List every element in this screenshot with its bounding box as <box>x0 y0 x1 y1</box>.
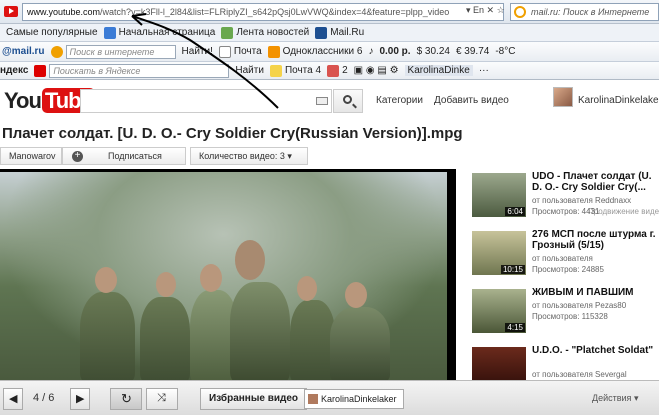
envelope-icon <box>218 45 231 58</box>
related-video-item[interactable]: 6:04 UDO - Плачет солдат (U. D. O.- Cry … <box>470 169 659 226</box>
odnoklassniki-button[interactable]: Одноклассники 6 <box>267 45 362 58</box>
related-video-title[interactable]: UDO - Плачет солдат (U. D. O.- Cry Soldi… <box>532 171 659 193</box>
price-readout[interactable]: 0.00 р. <box>379 46 410 57</box>
video-thumbnail[interactable]: 6:04 <box>472 173 526 217</box>
related-video-views: Просмотров: 24885 <box>532 265 604 274</box>
search-icon <box>50 45 63 58</box>
repeat-icon: ↻ <box>121 391 132 406</box>
mail-button[interactable]: Почта <box>218 45 262 58</box>
youtube-favicon-icon <box>4 6 18 17</box>
keyboard-icon[interactable] <box>316 97 328 105</box>
related-video-item[interactable]: 10:15 276 МСП после штурма г. Грозный (5… <box>470 227 659 284</box>
yandex-label[interactable]: ндекс <box>0 65 28 76</box>
yandex-user[interactable]: KarolinaDinke <box>404 65 473 76</box>
actions-menu[interactable]: Действия ▾ <box>592 393 638 404</box>
counter-button[interactable]: 2 <box>327 64 348 77</box>
yandex-search-input[interactable]: Поискать в Яндексе <box>34 63 230 78</box>
related-video-title[interactable]: ЖИВЫМ И ПАВШИМ <box>532 287 659 298</box>
video-thumbnail[interactable]: 4:15 <box>472 289 526 333</box>
avatar[interactable] <box>553 87 573 107</box>
music-icon[interactable]: ♪ <box>368 46 373 57</box>
related-video-item[interactable]: 4:15 ЖИВЫМ И ПАВШИМ от пользователя Peza… <box>470 285 659 342</box>
previous-button[interactable]: ◀ <box>3 388 23 410</box>
youtube-search-button[interactable] <box>333 89 363 113</box>
mailru-find-button[interactable]: Найти! <box>182 46 213 57</box>
favorite-item-news[interactable]: Лента новостей <box>221 26 309 39</box>
autoplay-toggle[interactable]: ↻ <box>110 388 142 410</box>
toolbar-icons[interactable]: ▣ ◉ ▤ ⚙ <box>354 65 399 76</box>
video-thumbnail[interactable]: 10:15 <box>472 231 526 275</box>
favorite-item-popular[interactable]: Самые популярные <box>6 27 98 38</box>
mailru-toolbar: @mail.ru Поиск в интернете Найти! Почта … <box>0 42 659 62</box>
browser-search-input[interactable]: mail.ru: Поиск в Интернете <box>510 3 659 21</box>
language-badge[interactable]: ▾ En ✕ ☆ <box>466 5 505 16</box>
video-title: Плачет солдат. [U. D. O.- Cry Soldier Cr… <box>2 125 463 142</box>
favorites-bar: Самые популярные Начальная страница Лент… <box>0 24 659 42</box>
address-bar-row: www.youtube.com/watch?v=k3Fll-l_2l84&lis… <box>0 0 659 24</box>
playlist-bar: ◀ 4 / 6 ▶ ↻ ⤨ Избранные видео KarolinaDi… <box>0 380 659 415</box>
ok-icon <box>267 45 280 58</box>
mailru-search-input[interactable]: Поиск в интернете <box>50 44 176 59</box>
search-icon <box>343 95 352 104</box>
yandex-icon <box>34 64 47 77</box>
related-video-views: Просмотров: 115328 <box>532 312 608 321</box>
related-videos: 6:04 UDO - Плачет солдат (U. D. O.- Cry … <box>470 169 659 380</box>
mailru-icon <box>315 26 328 39</box>
related-video-title[interactable]: U.D.O. - "Platchet Soldat" <box>532 345 659 356</box>
mailru-logo[interactable]: @mail.ru <box>2 46 45 57</box>
categories-link[interactable]: Категории <box>376 95 423 106</box>
next-button[interactable]: ▶ <box>70 388 90 410</box>
related-video-item[interactable]: U.D.O. - "Platchet Soldat" от пользовате… <box>470 343 659 380</box>
favorites-playlist-button[interactable]: Избранные видео <box>200 388 308 410</box>
weather-readout[interactable]: -8°C <box>495 46 515 57</box>
yandex-mail-button[interactable]: Почта 4 <box>269 64 321 77</box>
related-video-author[interactable]: от пользователя <box>532 254 593 263</box>
playlist-owner[interactable]: KarolinaDinkelaker <box>304 389 404 409</box>
favorite-item-mailru[interactable]: Mail.Ru <box>315 26 364 39</box>
search-engine-icon[interactable] <box>514 6 526 18</box>
related-video-title[interactable]: 276 МСП после штурма г. Грозный (5/15) <box>532 229 659 251</box>
next-icon: ▶ <box>76 393 85 405</box>
yandex-toolbar: ндекс Поискать в Яндексе Найти Почта 4 2… <box>0 62 659 80</box>
shuffle-icon: ⤨ <box>157 392 166 404</box>
eur-rate[interactable]: € 39.74 <box>456 46 489 57</box>
username[interactable]: KarolinaDinkelaker <box>578 95 659 106</box>
previous-icon: ◀ <box>9 393 18 405</box>
related-video-author[interactable]: от пользователя Reddnaxx <box>532 196 631 205</box>
related-video-author[interactable]: от пользователя Severgal <box>532 370 627 379</box>
usd-rate[interactable]: $ 30.24 <box>417 46 450 57</box>
yandex-find-button[interactable]: Найти <box>235 65 264 76</box>
youtube-search-input[interactable] <box>80 89 332 113</box>
more-icon[interactable]: ··· <box>479 65 489 76</box>
video-thumbnail[interactable] <box>472 347 526 380</box>
playlist-position: 4 / 6 <box>33 392 55 404</box>
favorite-item-home[interactable]: Начальная страница <box>103 26 215 39</box>
video-count-dropdown[interactable]: Количество видео: 3 ▾ <box>190 147 308 165</box>
video-frame[interactable] <box>0 172 447 380</box>
channel-row: Manowarov Подписаться + Количество видео… <box>0 147 310 165</box>
owner-avatar <box>308 394 318 404</box>
address-bar[interactable]: www.youtube.com/watch?v=k3Fll-l_2l84&lis… <box>22 3 504 21</box>
add-video-link[interactable]: Добавить видео <box>434 95 509 106</box>
channel-name-button[interactable]: Manowarov <box>0 147 62 165</box>
related-video-views: Просмотров: 4431 <box>532 207 600 216</box>
news-icon <box>221 26 234 39</box>
shuffle-button[interactable]: ⤨ <box>146 388 178 410</box>
plus-icon: + <box>72 151 83 162</box>
notifications-icon <box>327 64 340 77</box>
video-player[interactable] <box>0 169 456 380</box>
youtube-header: You Tube Категории Добавить видео Karolin… <box>0 80 659 120</box>
page-icon <box>103 26 116 39</box>
envelope-icon <box>269 64 282 77</box>
related-video-author[interactable]: от пользователя Pezas80 <box>532 301 626 310</box>
